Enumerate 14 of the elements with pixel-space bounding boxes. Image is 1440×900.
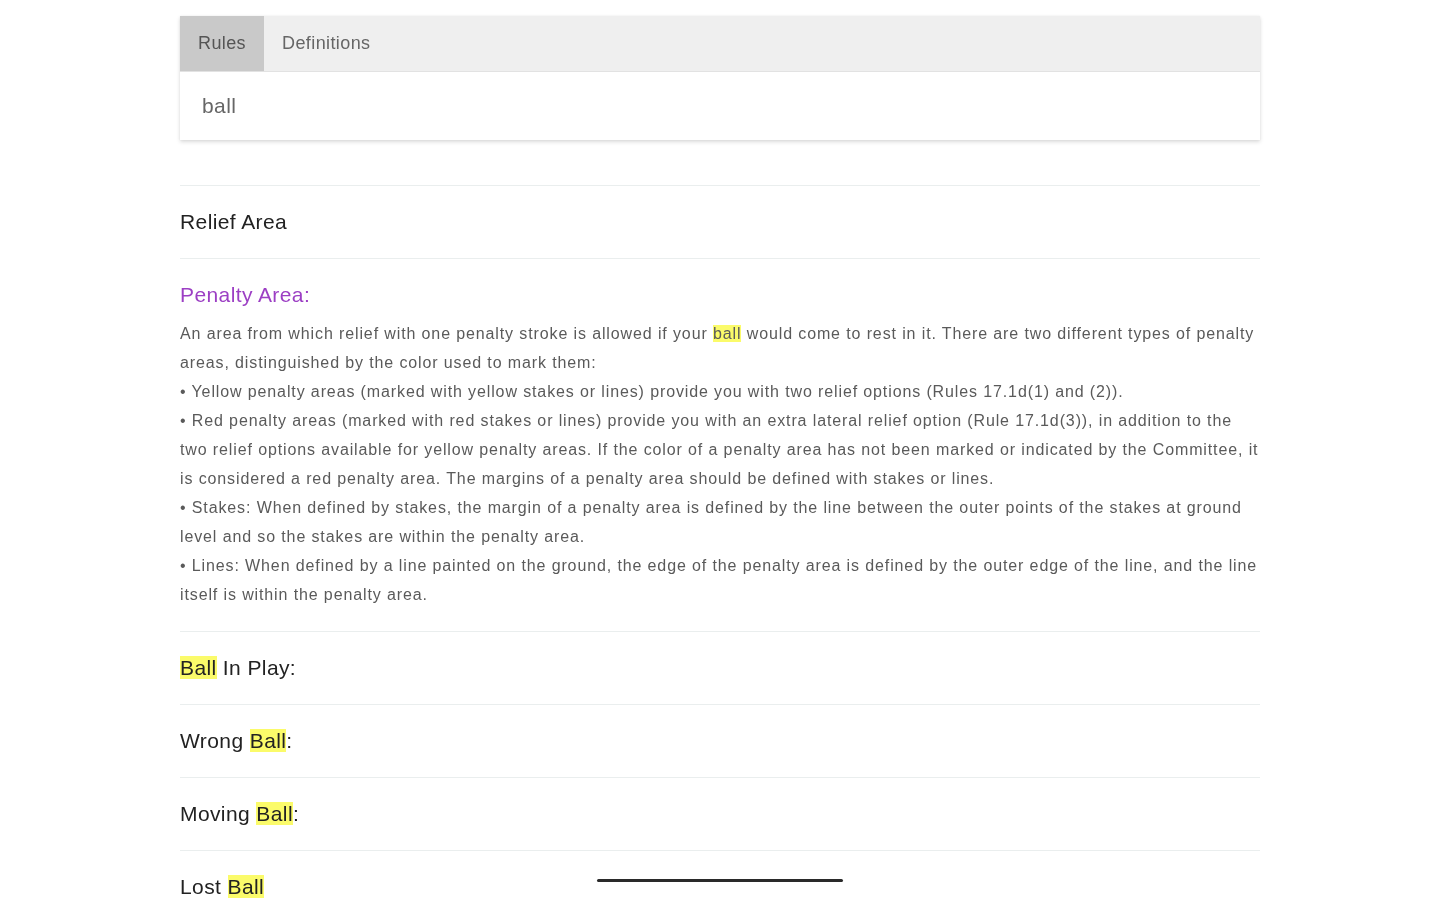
term-heading[interactable]: Moving Ball: [180, 778, 1260, 850]
tab[interactable]: Rules [180, 16, 265, 71]
definition-paragraph: • Lines: When defined by a line painted on the ground, the edge of the penalty area is defined by the outer edge of the line, and the line itself is within the penalty area. [180, 556, 1259, 605]
definition-paragraph: An area from which relief with one penalty stroke is allowed if your ball would come to rest in it. There are two different types of penalty areas, distinguished by the color used to mark them: [180, 324, 1256, 373]
definition-paragraph: • Red penalty areas (marked with red stakes or lines) provide you with an extra lateral relief option (Rule 17.1d(3)), in addition to the two relief options available for yellow penalty areas. If the color of a penalty area has not been marked or indicated by the Committee, it is considered a red penalty area. The margins of a penalty area should be defined with stakes or lines. [180, 411, 1260, 489]
definition-paragraph: • Yellow penalty areas (marked with yellow stakes or lines) provide you with two relief options (Rules 17.1d(1) and (2)). [180, 382, 1125, 402]
term-heading[interactable]: Ball In Play: [180, 632, 1260, 704]
term-heading[interactable]: Relief Area [180, 186, 1260, 258]
term-heading[interactable]: Wrong Ball: [180, 705, 1260, 777]
term-heading[interactable]: Lost Ball [180, 851, 1260, 900]
search-field[interactable]: ball [180, 72, 1260, 140]
definition-paragraph: • Stakes: When defined by stakes, the margin of a penalty area is defined by the line between the outer points of the stakes at ground level and so the stakes are within the penalty area. [180, 498, 1243, 547]
tab[interactable]: Definitions [264, 16, 389, 71]
term-heading[interactable]: Penalty Area: [180, 259, 1260, 319]
